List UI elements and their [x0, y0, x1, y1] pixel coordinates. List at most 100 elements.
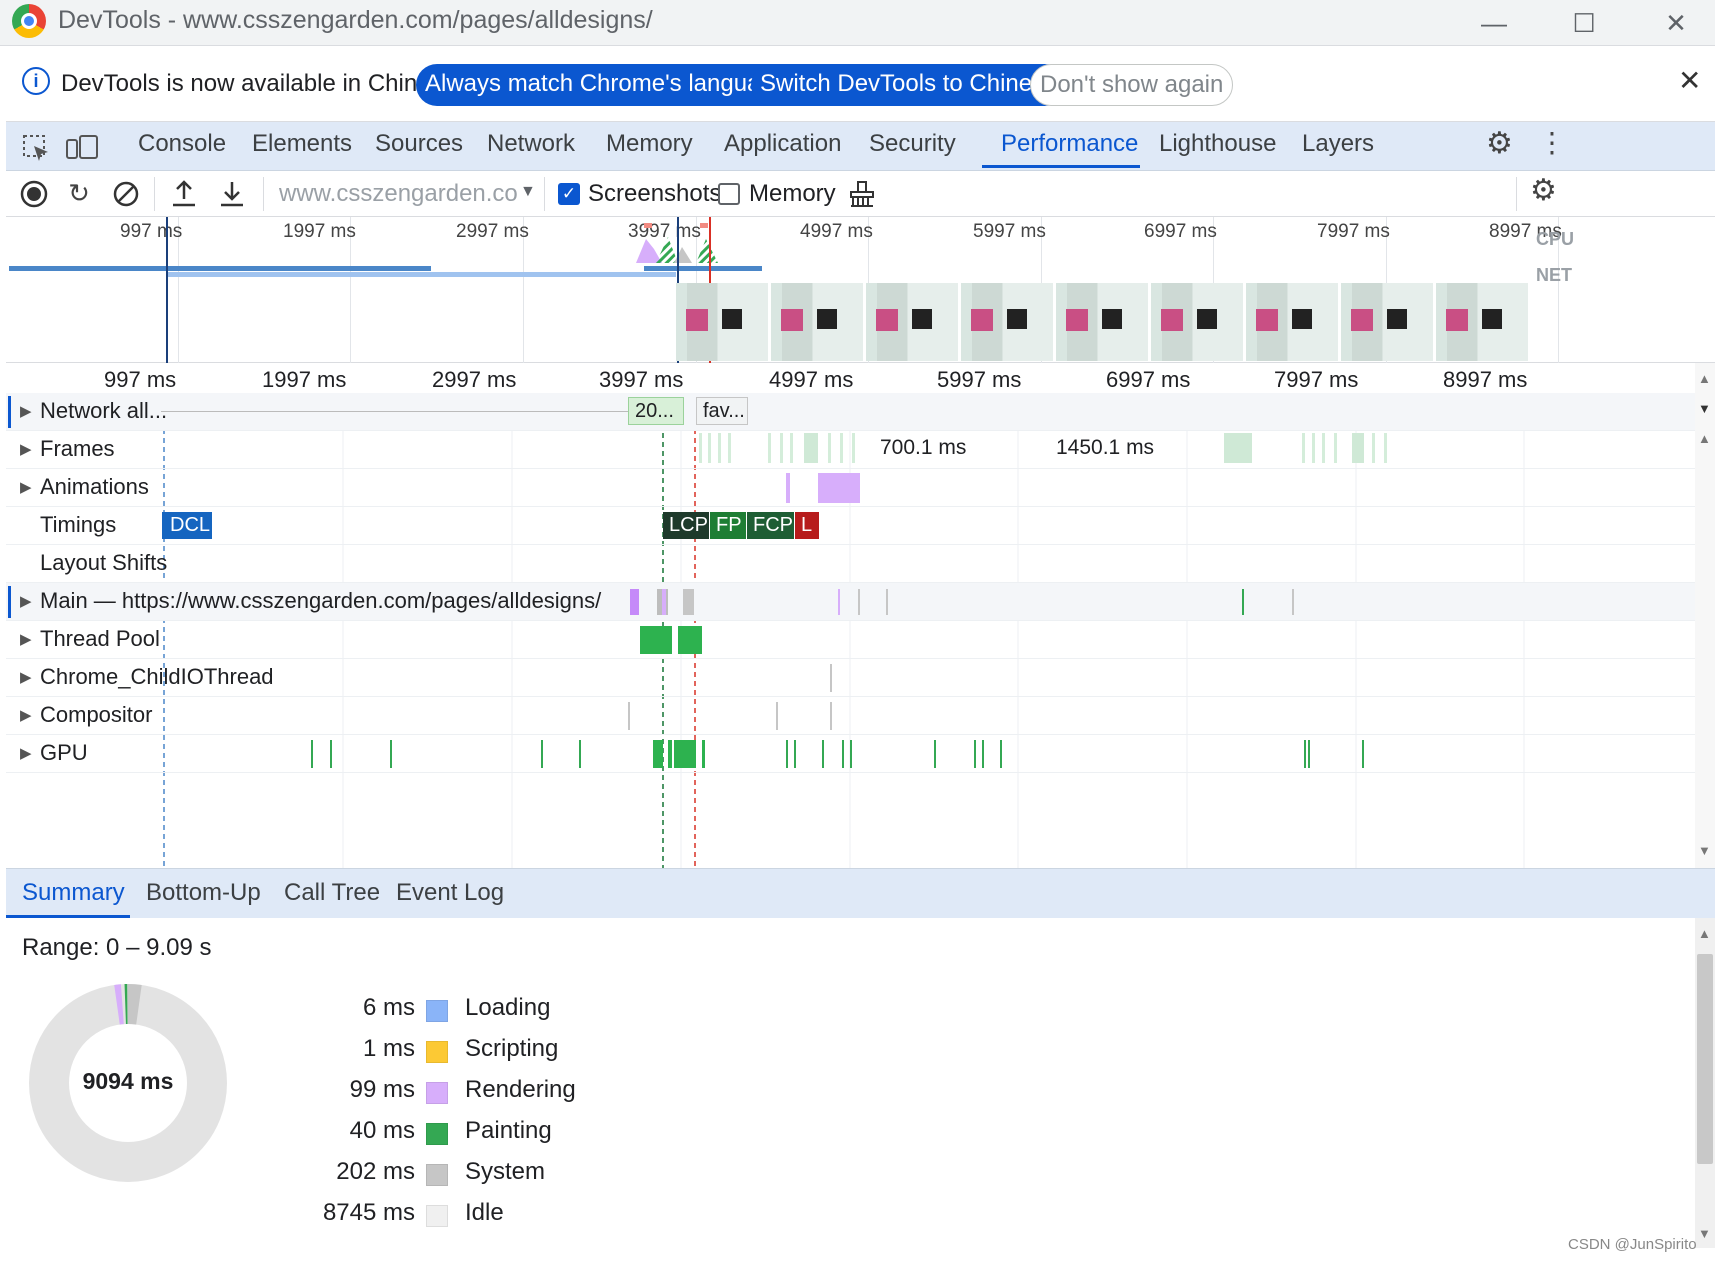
track-label: Compositor	[40, 702, 153, 727]
record-icon[interactable]	[20, 180, 48, 208]
expand-arrow-icon[interactable]: ▶	[20, 630, 32, 648]
expand-arrow-icon[interactable]: ▶	[20, 592, 32, 610]
upload-profile-icon[interactable]	[170, 179, 198, 209]
range-label: Range: 0 – 9.09 s	[22, 934, 212, 961]
fp-marker[interactable]: FP	[710, 512, 746, 539]
timeline-tracks[interactable]: ▶ Network all... 20... fav... ▶ Frames 7…	[6, 393, 1695, 868]
tab-console[interactable]: Console	[138, 130, 226, 158]
tab-call-tree[interactable]: Call Tree	[284, 879, 380, 907]
screenshot-thumb[interactable]	[1341, 283, 1433, 361]
cpu-label: CPU	[1536, 229, 1575, 249]
ruler-tick: 5997 ms	[937, 367, 1022, 392]
expand-arrow-icon[interactable]: ▶	[20, 668, 32, 686]
screenshot-filmstrip[interactable]	[676, 283, 1536, 361]
screenshot-thumb[interactable]	[1056, 283, 1148, 361]
track-frames[interactable]: ▶ Frames 700.1 ms 1450.1 ms	[6, 431, 1695, 469]
scroll-down-icon[interactable]: ▼	[1698, 401, 1711, 416]
track-label: Network all...	[40, 398, 168, 423]
screenshot-thumb[interactable]	[1436, 283, 1528, 361]
tab-security[interactable]: Security	[869, 130, 956, 158]
tab-bottom-up[interactable]: Bottom-Up	[146, 879, 261, 907]
active-tab-indicator	[982, 165, 1140, 168]
chrome-logo-icon	[12, 4, 46, 38]
screenshot-thumb[interactable]	[1246, 283, 1338, 361]
tab-memory[interactable]: Memory	[606, 130, 693, 158]
timeline-overview[interactable]: 997 ms 1997 ms 2997 ms 3997 ms 4997 ms 5…	[6, 217, 1715, 363]
close-window-button[interactable]: ✕	[1652, 4, 1700, 42]
close-infobar-icon[interactable]: ✕	[1678, 64, 1701, 97]
screenshot-thumb[interactable]	[771, 283, 863, 361]
expand-arrow-icon[interactable]: ▶	[20, 706, 32, 724]
infobar-message: DevTools is now available in Chinese!	[61, 70, 463, 97]
recording-url-select[interactable]: www.csszengarden.com...	[279, 180, 519, 208]
expand-arrow-icon[interactable]: ▶	[20, 440, 32, 458]
tab-performance[interactable]: Performance	[1001, 130, 1138, 158]
summary-row-painting: 40 ms Painting	[349, 1117, 552, 1145]
switch-to-chinese-button[interactable]: Switch DevTools to Chinese	[751, 64, 1067, 106]
tracks-scrollbar[interactable]: ▲ ▼ ▲ ▼	[1695, 363, 1715, 868]
screenshot-thumb[interactable]	[961, 283, 1053, 361]
expand-arrow-icon[interactable]: ▶	[20, 402, 32, 420]
summary-scrollbar[interactable]: ▲ ▼	[1695, 918, 1715, 1248]
clear-icon[interactable]	[112, 180, 140, 208]
download-profile-icon[interactable]	[218, 179, 246, 209]
fcp-marker[interactable]: FCP	[747, 512, 794, 539]
ruler-tick: 3997 ms	[599, 367, 684, 392]
tab-sources[interactable]: Sources	[375, 130, 463, 158]
maximize-button[interactable]: ☐	[1560, 4, 1608, 42]
memory-label: Memory	[749, 180, 836, 207]
screenshots-checkbox[interactable]: ✓	[558, 183, 580, 205]
track-gpu[interactable]: ▶ GPU	[6, 735, 1695, 773]
inspect-element-icon[interactable]	[22, 134, 50, 162]
track-thread-pool[interactable]: ▶ Thread Pool	[6, 621, 1695, 659]
device-toolbar-icon[interactable]	[66, 134, 98, 162]
network-request[interactable]: fav...	[696, 397, 748, 425]
scroll-down-icon[interactable]: ▼	[1698, 1226, 1711, 1241]
expand-arrow-icon[interactable]: ▶	[20, 744, 32, 762]
screenshot-thumb[interactable]	[676, 283, 768, 361]
dont-show-again-button[interactable]: Don't show again	[1030, 64, 1234, 106]
scroll-thumb[interactable]	[1697, 954, 1713, 1164]
tab-summary[interactable]: Summary	[22, 879, 125, 907]
capture-settings-gear-icon[interactable]: ⚙	[1530, 173, 1557, 208]
garbage-collect-icon[interactable]	[848, 180, 876, 208]
toolbar-separator	[544, 177, 545, 211]
scroll-up-icon[interactable]: ▲	[1698, 926, 1711, 941]
track-label: Animations	[40, 474, 149, 499]
tab-application[interactable]: Application	[724, 130, 841, 158]
track-child-io-thread[interactable]: ▶ Chrome_ChildIOThread	[6, 659, 1695, 697]
screenshot-thumb[interactable]	[866, 283, 958, 361]
screenshot-thumb[interactable]	[1151, 283, 1243, 361]
track-main[interactable]: ▶ Main — https://www.csszengarden.com/pa…	[6, 583, 1695, 621]
minimize-button[interactable]: —	[1470, 4, 1518, 42]
frame-duration: 1450.1 ms	[1056, 436, 1155, 459]
track-network[interactable]: ▶ Network all... 20... fav...	[6, 393, 1695, 431]
more-options-icon[interactable]: ⋮	[1538, 126, 1566, 159]
scroll-up-icon[interactable]: ▲	[1698, 431, 1711, 446]
reload-record-icon[interactable]: ↻	[64, 177, 94, 209]
screenshots-label: Screenshots	[588, 180, 722, 207]
track-label: Chrome_ChildIOThread	[40, 664, 274, 689]
track-timings[interactable]: Timings DCL LCP FP FCP L	[6, 507, 1695, 545]
scroll-up-icon[interactable]: ▲	[1698, 371, 1711, 386]
lcp-marker[interactable]: LCP	[663, 512, 709, 539]
toolbar-separator	[154, 177, 155, 211]
dcl-marker[interactable]: DCL	[162, 512, 212, 539]
tab-layers[interactable]: Layers	[1302, 130, 1374, 158]
tab-event-log[interactable]: Event Log	[396, 879, 504, 907]
network-request[interactable]: 20...	[628, 397, 684, 425]
scroll-down-icon[interactable]: ▼	[1698, 843, 1711, 858]
ruler-tick: 6997 ms	[1106, 367, 1191, 392]
memory-checkbox[interactable]	[718, 183, 740, 205]
chevron-down-icon[interactable]: ▼	[520, 183, 536, 201]
track-animations[interactable]: ▶ Animations	[6, 469, 1695, 507]
tab-lighthouse[interactable]: Lighthouse	[1159, 130, 1276, 158]
settings-gear-icon[interactable]: ⚙	[1486, 126, 1513, 161]
track-compositor[interactable]: ▶ Compositor	[6, 697, 1695, 735]
track-layout-shifts[interactable]: Layout Shifts	[6, 545, 1695, 583]
always-match-language-button[interactable]: Always match Chrome's language	[416, 64, 797, 106]
expand-arrow-icon[interactable]: ▶	[20, 478, 32, 496]
tab-elements[interactable]: Elements	[252, 130, 352, 158]
load-marker[interactable]: L	[795, 512, 819, 539]
tab-network[interactable]: Network	[487, 130, 575, 158]
